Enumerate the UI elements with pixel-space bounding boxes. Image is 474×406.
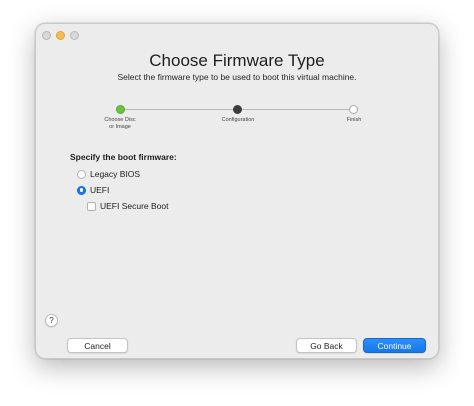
legacy-bios-radio[interactable] — [77, 169, 86, 179]
uefi-secure-boot-option[interactable]: UEFI Secure Boot — [87, 201, 169, 211]
minimize-window-button[interactable] — [56, 31, 65, 40]
step-connector — [125, 109, 238, 110]
dialog-title: Choose Firmware Type — [149, 51, 325, 70]
legacy-bios-label: Legacy BIOS — [90, 169, 141, 179]
close-window-button[interactable] — [42, 31, 51, 40]
dialog-subtitle: Select the firmware type to be used to b… — [117, 72, 357, 82]
step-pending-indicator — [349, 105, 358, 114]
cancel-button[interactable]: Cancel — [67, 338, 128, 353]
window-controls — [42, 31, 79, 40]
legacy-bios-option[interactable]: Legacy BIOS — [77, 169, 140, 179]
go-back-button[interactable]: Go Back — [296, 338, 357, 353]
uefi-secure-boot-label: UEFI Secure Boot — [100, 201, 169, 211]
continue-button[interactable]: Continue — [363, 338, 426, 353]
uefi-label: UEFI — [90, 185, 110, 195]
step-connector — [242, 109, 350, 110]
uefi-secure-boot-checkbox[interactable] — [87, 201, 96, 211]
assistant-window: Choose Firmware Type Select the firmware… — [35, 23, 439, 359]
step-label-finish: Finish — [346, 117, 362, 123]
help-button[interactable]: ? — [45, 314, 58, 327]
step-label-choose-disc: Choose Disc or Image — [104, 117, 136, 130]
boot-firmware-label: Specify the boot firmware: — [70, 152, 177, 162]
uefi-option[interactable]: UEFI — [77, 185, 109, 195]
step-label-configuration: Configuration — [221, 117, 255, 123]
uefi-radio[interactable] — [77, 185, 86, 195]
zoom-window-button[interactable] — [70, 31, 79, 40]
step-done-indicator — [116, 105, 125, 114]
step-current-indicator — [233, 105, 242, 114]
progress-steps: Choose Disc or Image Configuration Finis… — [36, 104, 438, 134]
